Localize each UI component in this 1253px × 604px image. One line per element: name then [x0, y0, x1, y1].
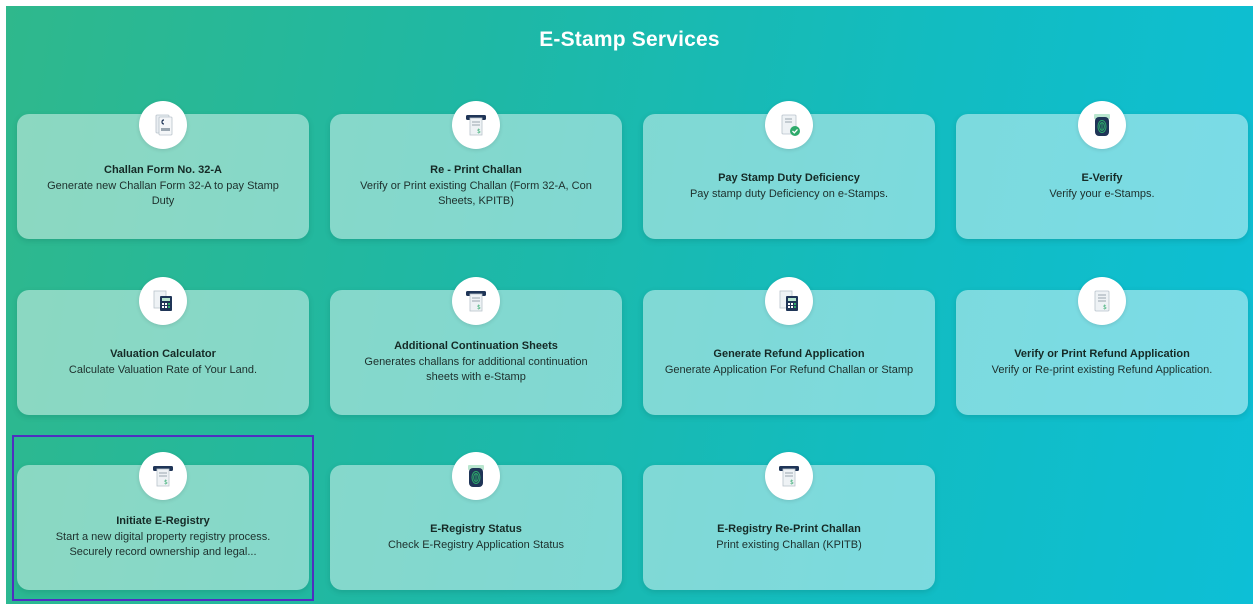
service-card-e-registry-status[interactable]: E-Registry Status Check E-Registry Appli…: [330, 452, 622, 590]
page-title: E-Stamp Services: [539, 28, 720, 51]
card-description: Generate Application For Refund Challan …: [664, 363, 914, 376]
card-title: Verify or Print Refund Application: [1014, 347, 1190, 360]
card-description: Verify your e-Stamps.: [1049, 187, 1155, 200]
card-description: Pay stamp duty Deficiency on e-Stamps.: [689, 187, 889, 200]
card-title: Initiate E-Registry: [116, 515, 210, 527]
service-card-generate-refund[interactable]: Generate Refund Application Generate App…: [643, 277, 935, 415]
card-title: E-Verify: [1081, 171, 1123, 184]
card-content: Additional Continuation Sheets Generates…: [330, 290, 622, 415]
card-title: Re - Print Challan: [430, 164, 522, 176]
service-card-challan-form[interactable]: Challan Form No. 32-A Generate new Chall…: [17, 101, 309, 239]
service-card-continuation-sheets[interactable]: $ Additional Continuation Sheets Generat…: [330, 277, 622, 415]
card-description: Generates challans for additional contin…: [364, 356, 588, 383]
card-content: Initiate E-Registry Start a new digital …: [17, 465, 309, 590]
card-description: Generate new Challan Form 32-A to pay St…: [47, 180, 279, 207]
card-title: E-Registry Status: [430, 522, 522, 535]
service-card-verify-refund[interactable]: $ Verify or Print Refund Application Ver…: [956, 277, 1248, 415]
card-content: E-Registry Status Check E-Registry Appli…: [330, 465, 622, 590]
service-card-valuation-calculator[interactable]: Valuation Calculator Calculate Valuation…: [17, 277, 309, 415]
card-content: Valuation Calculator Calculate Valuation…: [17, 290, 309, 415]
service-card-pay-deficiency[interactable]: Pay Stamp Duty Deficiency Pay stamp duty…: [643, 101, 935, 239]
service-card-e-registry-reprint[interactable]: $ E-Registry Re-Print Challan Print exis…: [643, 452, 935, 590]
card-content: Re - Print Challan Verify or Print exist…: [330, 114, 622, 239]
card-title: Pay Stamp Duty Deficiency: [718, 171, 860, 184]
card-content: Generate Refund Application Generate App…: [643, 290, 935, 415]
service-card-initiate-e-registry[interactable]: $ Initiate E-Registry Start a new digita…: [17, 452, 309, 590]
card-content: Pay Stamp Duty Deficiency Pay stamp duty…: [643, 114, 935, 239]
card-title: Challan Form No. 32-A: [104, 164, 222, 176]
card-description: Verify or Print existing Challan (Form 3…: [360, 180, 592, 207]
card-content: Verify or Print Refund Application Verif…: [956, 290, 1248, 415]
card-description: Check E-Registry Application Status: [387, 538, 565, 551]
card-description: Start a new digital property registry pr…: [55, 531, 271, 558]
card-title: Valuation Calculator: [110, 347, 216, 360]
services-panel: E-Stamp Services Challan Form No. 32-A G…: [6, 6, 1253, 604]
card-description: Print existing Challan (KPITB): [716, 538, 862, 551]
service-card-reprint-challan[interactable]: $ Re - Print Challan Verify or Print exi…: [330, 101, 622, 239]
card-title: E-Registry Re-Print Challan: [717, 522, 861, 535]
card-content: Challan Form No. 32-A Generate new Chall…: [17, 114, 309, 239]
card-content: E-Registry Re-Print Challan Print existi…: [643, 465, 935, 590]
card-title: Additional Continuation Sheets: [394, 340, 558, 352]
card-content: E-Verify Verify your e-Stamps.: [956, 114, 1248, 239]
card-title: Generate Refund Application: [713, 347, 865, 360]
card-description: Verify or Re-print existing Refund Appli…: [991, 363, 1213, 376]
card-description: Calculate Valuation Rate of Your Land.: [68, 363, 258, 376]
service-card-e-verify[interactable]: E-Verify Verify your e-Stamps.: [956, 101, 1248, 239]
